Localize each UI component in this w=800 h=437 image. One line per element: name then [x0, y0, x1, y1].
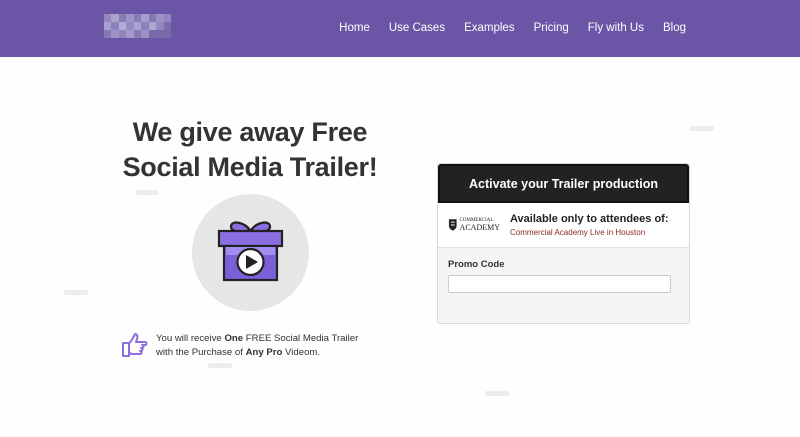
decor-dash	[208, 363, 232, 368]
headline-line-2: Social Media Trailer!	[122, 152, 378, 182]
logo-wordmark: COMMERCIAL ACADEMY	[460, 218, 500, 232]
activation-card: Activate your Trailer production COMMERC…	[437, 163, 690, 324]
nav-use-cases[interactable]: Use Cases	[389, 22, 445, 34]
promo-code-input[interactable]	[448, 275, 671, 293]
headline-line-1: We give away Free	[132, 117, 368, 147]
note-bold-one: One	[224, 333, 244, 344]
nav-pricing[interactable]: Pricing	[534, 22, 569, 34]
attendees-title: Available only to attendees of:	[510, 213, 669, 225]
nav-blog[interactable]: Blog	[663, 22, 686, 34]
promo-note: You will receive One FREE Social Media T…	[120, 332, 358, 360]
pointing-hand-icon	[122, 333, 148, 357]
nav-examples[interactable]: Examples	[464, 22, 515, 34]
main-content: We give away Free Social Media Trailer! …	[0, 57, 800, 437]
decor-dash	[136, 190, 158, 195]
decor-dash	[485, 391, 509, 396]
commercial-academy-logo: COMMERCIAL ACADEMY	[448, 218, 500, 232]
page-headline: We give away Free Social Media Trailer!	[100, 115, 400, 185]
note-text-4: Videom.	[282, 347, 321, 358]
attendees-event: Commercial Academy Live in Houston	[510, 228, 646, 237]
attendees-text: Available only to attendees of: Commerci…	[510, 213, 669, 237]
gift-play-icon	[217, 221, 284, 282]
card-title: Activate your Trailer production	[469, 176, 658, 191]
main-nav: Home Use Cases Examples Pricing Fly with…	[339, 22, 686, 34]
note-text-2: FREE Social Media Trailer	[243, 333, 359, 344]
site-logo[interactable]	[104, 14, 171, 38]
top-navbar: Home Use Cases Examples Pricing Fly with…	[0, 0, 800, 57]
note-text-3: with the Purchase of	[156, 347, 246, 358]
nav-fly-with-us[interactable]: Fly with Us	[588, 22, 644, 34]
decor-dash	[64, 290, 88, 295]
promo-form: Promo Code	[438, 248, 689, 305]
promo-code-label: Promo Code	[448, 259, 505, 270]
note-text-1: You will receive	[156, 333, 225, 344]
attendees-row: COMMERCIAL ACADEMY Available only to att…	[438, 203, 689, 248]
note-bold-any-pro: Any Pro	[245, 347, 283, 358]
gift-illustration	[192, 194, 309, 311]
logo-big-text: ACADEMY	[459, 223, 500, 232]
promo-note-text: You will receive One FREE Social Media T…	[156, 332, 358, 360]
crest-icon	[448, 219, 457, 231]
nav-home[interactable]: Home	[339, 22, 370, 34]
card-header: Activate your Trailer production	[438, 164, 689, 203]
decor-dash	[690, 126, 714, 131]
